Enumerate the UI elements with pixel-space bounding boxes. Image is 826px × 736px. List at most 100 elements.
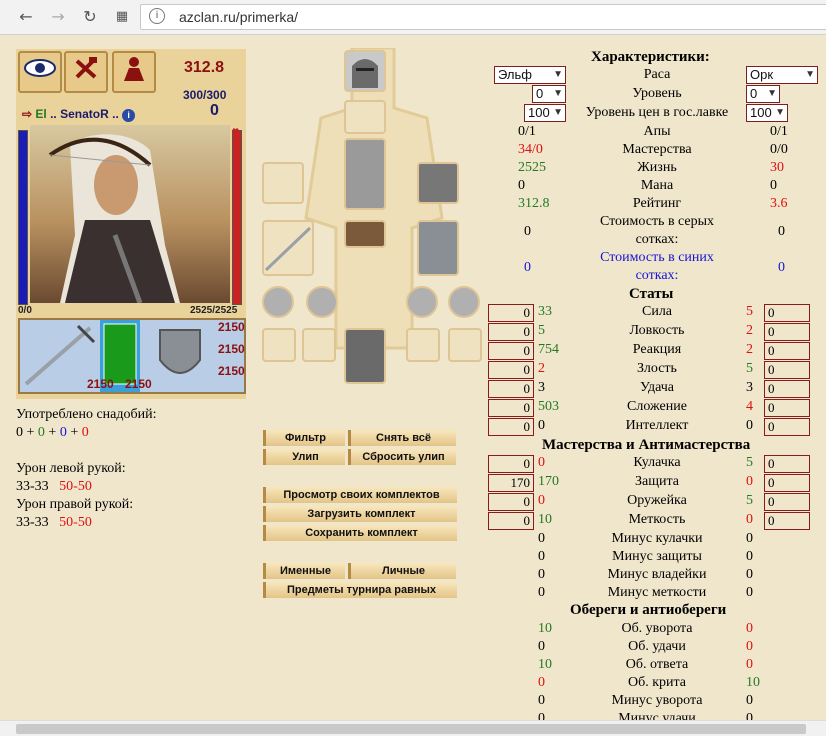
tourney-button[interactable]: Предметы турнира равных xyxy=(263,582,457,598)
stat-left-value: 10 xyxy=(538,657,552,672)
race-left-select[interactable]: Эльф ▼ xyxy=(494,66,566,84)
helmet-slot[interactable] xyxy=(344,50,386,92)
stat-input-right[interactable]: 0 xyxy=(764,512,810,530)
stat-right-value: 0 xyxy=(746,585,753,600)
address-bar[interactable]: i azclan.ru/primerka/ xyxy=(140,4,826,30)
necklace-slot[interactable] xyxy=(344,100,386,134)
stat-input-right[interactable]: 0 xyxy=(764,361,810,379)
empty-slot-4[interactable] xyxy=(448,328,482,362)
load-set-button[interactable]: Загрузить комплект xyxy=(263,506,457,522)
ulip-button[interactable]: Улип xyxy=(263,449,345,465)
shield-slot[interactable] xyxy=(417,220,459,276)
stats-title: Характеристики: xyxy=(591,49,710,65)
stat-right-value: 0 xyxy=(746,693,753,708)
right-dmg-label: Урон правой рукой: xyxy=(16,497,134,512)
stat-input-left[interactable]: 0 xyxy=(488,380,534,398)
tools-icon[interactable] xyxy=(64,51,108,93)
stat-input-right[interactable]: 0 xyxy=(764,455,810,473)
armor-slot[interactable] xyxy=(344,138,386,210)
durability-2: 2150 xyxy=(218,342,245,356)
empty-slot-3[interactable] xyxy=(406,328,440,362)
horizontal-scrollbar[interactable] xyxy=(0,720,826,736)
forward-arrow-icon[interactable]: → xyxy=(48,7,68,27)
equipment-figure xyxy=(262,48,486,388)
level-label: Уровень xyxy=(632,86,682,101)
stat-left-value: 3 xyxy=(538,380,545,395)
ring-slot-1[interactable] xyxy=(262,286,294,318)
view-sets-button[interactable]: Просмотр своих комплектов xyxy=(263,487,457,503)
ring-slot-3[interactable] xyxy=(406,286,438,318)
stat-input-left[interactable]: 170 xyxy=(488,474,534,492)
stat-input-left[interactable]: 0 xyxy=(488,399,534,417)
mana-bar xyxy=(18,130,28,305)
ring-slot-4[interactable] xyxy=(448,286,480,318)
reset-ulip-button[interactable]: Сбросить улип xyxy=(348,449,456,465)
back-arrow-icon[interactable]: ← xyxy=(16,7,36,27)
stat-right-value: 0 xyxy=(746,512,753,527)
stat-input-right[interactable]: 0 xyxy=(764,304,810,322)
stat-input-left[interactable]: 0 xyxy=(488,418,534,436)
empty-slot-1[interactable] xyxy=(262,328,296,362)
stat-input-left[interactable]: 0 xyxy=(488,342,534,360)
stat-right-value: 0 xyxy=(746,567,753,582)
stat-input-right[interactable]: 0 xyxy=(764,342,810,360)
blue-label-2: сотках: xyxy=(635,268,679,283)
potions-label: Употреблено снадобий: xyxy=(16,407,157,422)
stat-label: Реакция xyxy=(632,342,682,357)
stat-label: Оружейка xyxy=(627,493,687,508)
hp-value: 300/300 xyxy=(183,88,227,102)
stat-right-value: 2 xyxy=(746,342,753,357)
page-info-icon[interactable]: i xyxy=(149,8,165,24)
boots-slot[interactable] xyxy=(344,328,386,384)
race-label: Раса xyxy=(643,67,671,82)
save-set-button[interactable]: Сохранить комплект xyxy=(263,525,457,541)
stat-input-left[interactable]: 0 xyxy=(488,304,534,322)
stat-input-left[interactable]: 0 xyxy=(488,512,534,530)
filter-button[interactable]: Фильтр xyxy=(263,430,345,446)
stat-input-left[interactable]: 0 xyxy=(488,361,534,379)
personal-button[interactable]: Личные xyxy=(348,563,456,579)
weapon-slot[interactable] xyxy=(262,220,314,276)
character-icon[interactable] xyxy=(112,51,156,93)
nick[interactable]: .. SenatoR .. xyxy=(50,107,119,121)
price-right-select[interactable]: 100 ▼ xyxy=(746,104,788,122)
empty-slot-2[interactable] xyxy=(302,328,336,362)
info-icon[interactable]: i xyxy=(122,109,136,122)
stat-input-right[interactable]: 0 xyxy=(764,493,810,511)
named-button[interactable]: Именные xyxy=(263,563,345,579)
stat-input-left[interactable]: 0 xyxy=(488,493,534,511)
stat-right-value: 2 xyxy=(746,323,753,338)
stat-input-left[interactable]: 0 xyxy=(488,455,534,473)
eye-icon[interactable] xyxy=(18,51,62,93)
stat-left-value: 0 xyxy=(538,675,545,690)
stat-input-right[interactable]: 0 xyxy=(764,380,810,398)
stat-input-right[interactable]: 0 xyxy=(764,418,810,436)
stat-input-right[interactable]: 0 xyxy=(764,399,810,417)
heart-icon: ♥ xyxy=(232,124,240,138)
reload-icon[interactable]: ↻ xyxy=(80,7,100,27)
stat-label: Мана xyxy=(640,178,674,193)
stat-left-value: 312.8 xyxy=(518,196,550,211)
arrow-icon: ⇨ xyxy=(22,107,33,121)
stat-label: Минус кулачки xyxy=(611,531,703,546)
stat-label: Удача xyxy=(640,380,674,395)
chevron-down-icon: ▼ xyxy=(805,69,815,80)
stat-input-right[interactable]: 0 xyxy=(764,474,810,492)
mastery-section-title: Мастерства и Антимастерства xyxy=(542,437,751,453)
stat-label: Сила xyxy=(641,304,673,319)
stat-input-left[interactable]: 0 xyxy=(488,323,534,341)
race-right-select[interactable]: Орк ▼ xyxy=(746,66,818,84)
stat-label: Ловкость xyxy=(629,323,685,338)
scrollbar-thumb[interactable] xyxy=(16,724,806,734)
stat-left-value: 0 xyxy=(538,531,545,546)
stat-input-right[interactable]: 0 xyxy=(764,323,810,341)
left-bracer-slot[interactable] xyxy=(262,162,304,204)
apps-grid-icon[interactable]: ▦ xyxy=(112,7,132,27)
belt-slot[interactable] xyxy=(344,220,386,248)
ring-slot-2[interactable] xyxy=(306,286,338,318)
stat-right-value: 0/1 xyxy=(770,124,788,139)
stat-right-value: 5 xyxy=(746,304,753,319)
gloves-slot[interactable] xyxy=(417,162,459,204)
level-right-select[interactable]: 0 ▼ xyxy=(746,85,780,103)
remove-all-button[interactable]: Снять всё xyxy=(348,430,456,446)
